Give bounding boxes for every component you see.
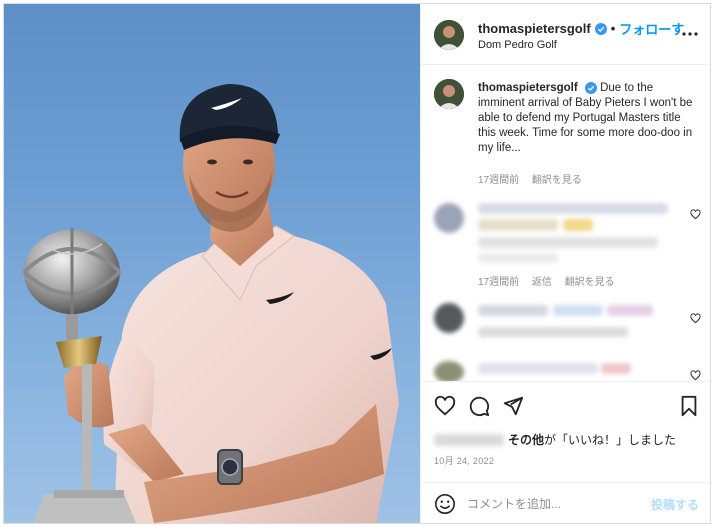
reply-link[interactable]: 返信 [532,277,552,288]
comment-icon[interactable] [468,395,490,417]
post-comment-button[interactable]: 投稿する [651,496,699,513]
comment-emoji-blurred [563,219,593,231]
more-icon[interactable] [681,25,699,43]
likes-others-link[interactable]: その他 [508,431,544,448]
verified-badge-icon [584,81,597,94]
post-side-panel: thomaspietersgolf • フォローす Dom Pedro Golf [420,4,710,523]
translate-link[interactable]: 翻訳を見る [532,175,582,186]
location-link[interactable]: Dom Pedro Golf [478,39,557,51]
comment-meta-blurred [478,327,628,337]
avatar[interactable] [434,203,464,233]
bookmark-icon[interactable] [678,395,700,417]
comment-time[interactable]: 17週間前 [478,277,519,288]
comment-emoji-blurred [601,363,631,374]
avatar[interactable] [434,361,464,381]
comment-text-blurred [607,305,653,316]
caption-text: thomaspietersgolf Due to the imminent ar… [478,81,700,156]
golfer-with-trophy-image [22,84,399,523]
post-actions: その他 が「いいね！」しました 10月 24, 2022 投稿する [421,381,710,523]
avatar[interactable] [434,20,464,50]
caption-meta: 17週間前 翻訳を見る [478,171,592,186]
comment-text-blurred [478,203,668,214]
emoji-icon[interactable] [434,493,456,515]
verified-badge-icon [594,22,607,35]
username-link[interactable]: thomaspietersgolf [478,21,591,36]
like-comment-icon[interactable] [690,370,701,381]
like-comment-icon[interactable] [690,313,701,324]
post-date[interactable]: 10月 24, 2022 [434,454,494,467]
follow-separator: • [610,21,616,36]
caption-time[interactable]: 17週間前 [478,175,519,186]
translate-link[interactable]: 翻訳を見る [565,277,615,288]
comments-list[interactable]: thomaspietersgolf Due to the imminent ar… [421,65,710,381]
avatar[interactable] [434,79,464,109]
comment-text-blurred [478,253,558,263]
follow-button[interactable]: フォローす [619,19,684,38]
comment-text-blurred [478,237,658,248]
comment-input[interactable] [467,495,637,513]
post-photo[interactable] [4,4,420,523]
post-author: thomaspietersgolf • フォローす [478,19,684,38]
heart-icon[interactable] [434,395,456,417]
avatar[interactable] [434,303,464,333]
liker-name-blurred [434,433,504,446]
paper-plane-icon[interactable] [502,395,524,417]
comment-text-blurred [478,363,598,374]
post-header: thomaspietersgolf • フォローす Dom Pedro Golf [421,4,710,65]
add-comment-bar: 投稿する [421,482,710,523]
comment-text-blurred [478,305,548,316]
likes-suffix: が「いいね！」しました [544,433,677,447]
instagram-post: thomaspietersgolf • フォローす Dom Pedro Golf [3,3,711,524]
comment-text-blurred [478,219,558,231]
comment-text-blurred [553,305,603,316]
like-comment-icon[interactable] [690,209,701,220]
comment-meta: 17週間前 返信 翻訳を見る [478,273,625,288]
caption-username[interactable]: thomaspietersgolf [478,82,578,94]
likes-summary: その他 が「いいね！」しました [434,431,676,448]
